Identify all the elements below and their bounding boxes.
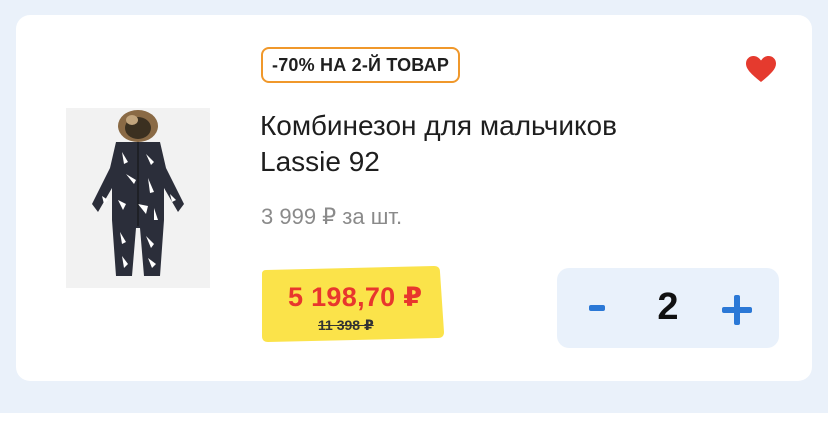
old-price: 11 398 ₽ [318,317,374,333]
decrease-quantity-button[interactable] [577,296,617,320]
increase-quantity-button[interactable] [717,290,757,330]
favorite-button[interactable] [745,55,777,83]
unit-price: 3 999 ₽ за шт. [261,204,403,229]
product-title[interactable]: Комбинезон для мальчиков Lassie 92 [260,108,680,180]
quantity-stepper: 2 [557,268,779,348]
promo-badge: -70% НА 2-Й ТОВАР [261,47,461,83]
heart-icon [746,56,776,82]
quantity-value: 2 [657,286,679,328]
current-price: 5 198,70 ₽ [288,282,423,312]
divider [0,413,828,428]
product-image[interactable] [66,108,210,288]
